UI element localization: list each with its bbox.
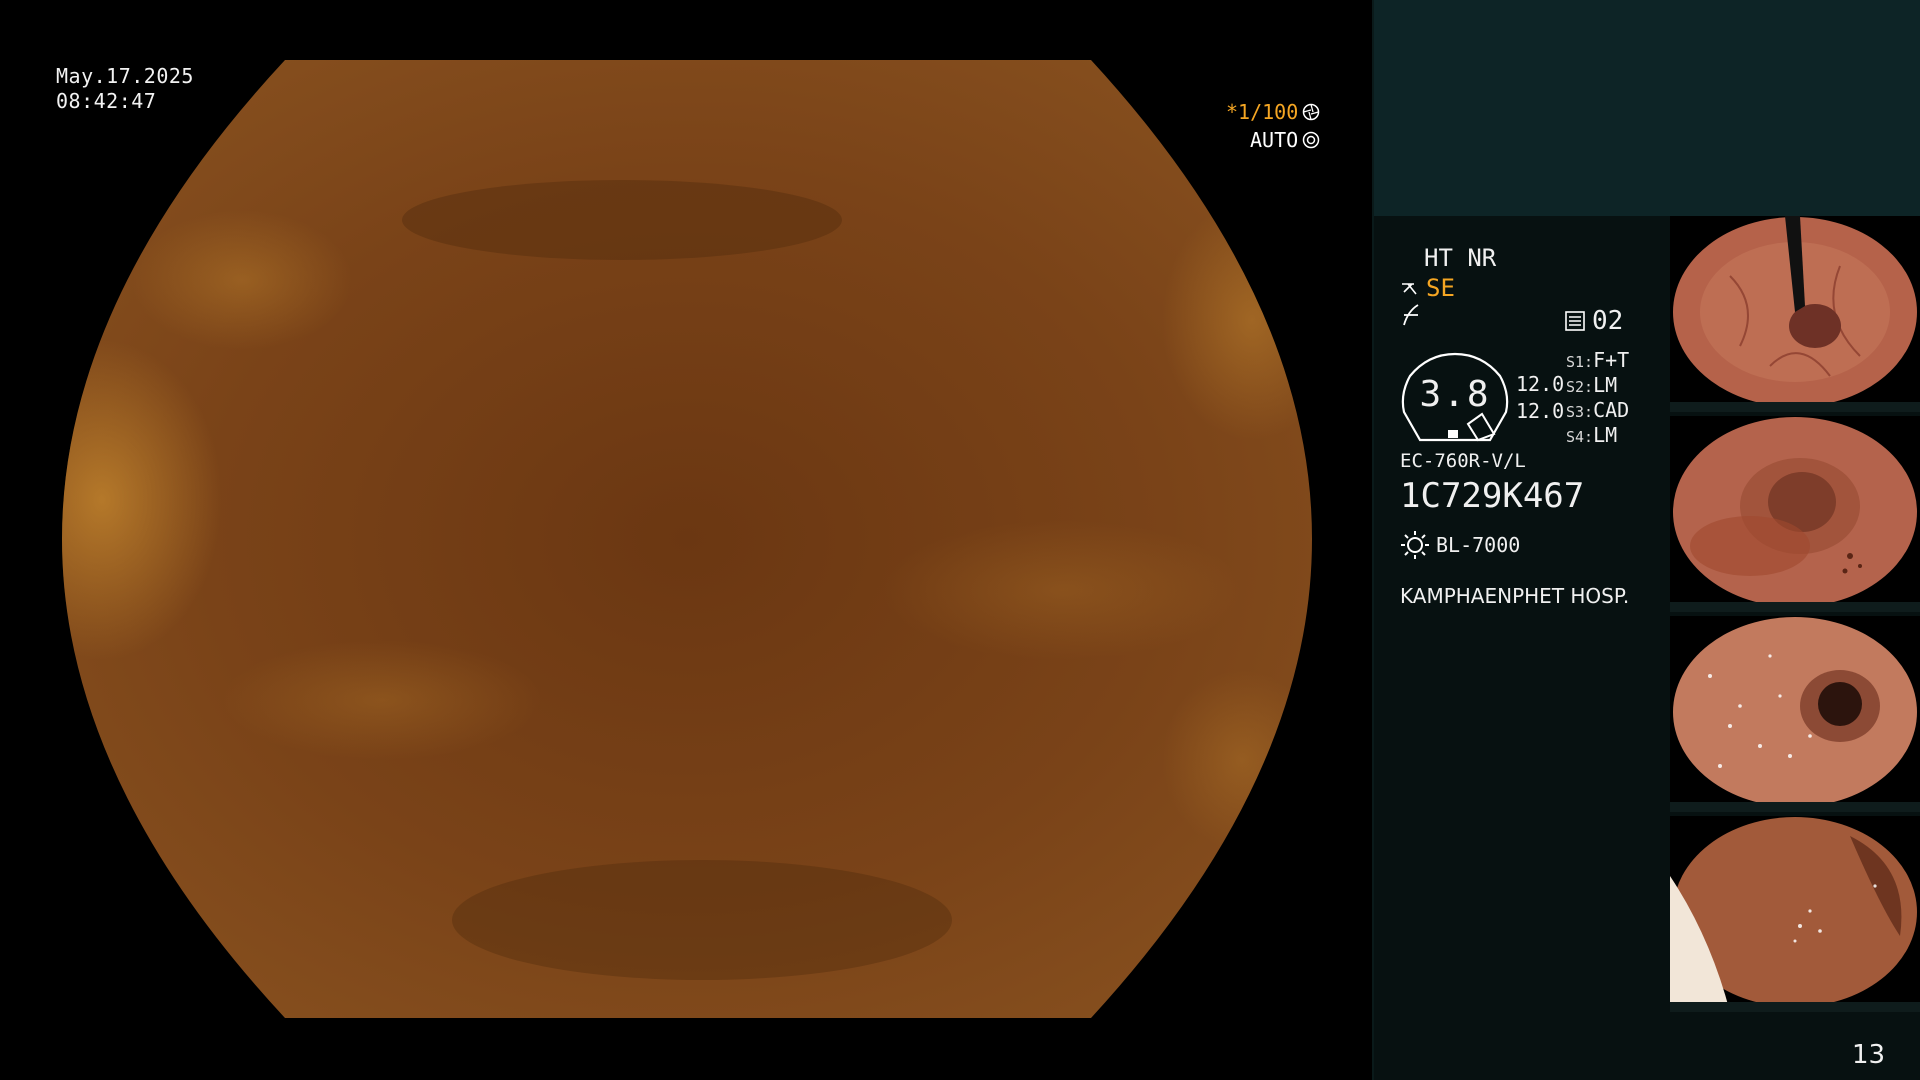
switch-value: F+T [1593,348,1630,372]
capture-time: 08:42:47 [56,89,157,113]
scope-serial: 1C729K467 [1400,476,1585,516]
thumbnail-3[interactable] [1670,616,1920,812]
switch-row-4: S4:LM [1566,423,1617,447]
gauge-value: 3.8 [1419,374,1491,415]
value-b: 12.0 [1516,399,1565,423]
panel-header-area [1374,0,1920,216]
shutter-speed: *1/100 [1226,100,1299,124]
iris-indicator: AUTO [1250,128,1372,152]
thumbnail-2[interactable] [1670,416,1920,612]
hospital-name: KAMPHAENPHET HOSP. [1400,584,1630,608]
light-source-model: BL-7000 [1436,533,1521,557]
iris-mode: AUTO [1250,128,1299,152]
switch-key: S1: [1566,353,1594,371]
enhancement-mode: HT NR [1424,244,1497,272]
value-a: 12.0 [1516,372,1565,396]
light-source: BL-7000 [1400,530,1520,560]
endoscope-view: May.17.2025 08:42:47 *1/100 AUTO [0,0,1372,1080]
thumbnail-caption-bar [1670,1002,1920,1012]
thumbnail-4[interactable] [1670,816,1920,1012]
switch-value: LM [1593,423,1618,447]
memo-counter: 02 [1564,306,1623,336]
switch-value: CAD [1593,398,1630,422]
shutter-icon [1303,103,1320,121]
thumbnail-caption-bar [1670,602,1920,612]
thumbnail-1[interactable] [1670,216,1920,412]
switch-value: LM [1593,373,1618,397]
switch-key: S3: [1566,403,1594,421]
thumbnail-caption-bar [1670,402,1920,412]
switch-row-1: S1:F+T [1566,348,1629,372]
scope-model: EC-760R-V/L [1400,450,1526,472]
shutter-indicator: *1/100 [1226,100,1372,124]
page-number: 13 [1852,1040,1886,1070]
se-label: SE [1426,274,1455,302]
switch-key: S4: [1566,428,1594,446]
scissors-icon [1402,283,1417,295]
switch-row-3: S3:CAD [1566,398,1629,422]
structure-enhancement: SE [1400,274,1455,302]
function-icon [1400,303,1424,334]
switch-row-2: S2:LM [1566,373,1617,397]
memo-icon [1565,311,1585,331]
switch-key: S2: [1566,378,1594,396]
thumbnail-caption-bar [1670,802,1920,812]
iris-icon [1302,131,1320,149]
endoscope-live-image [62,60,1312,1018]
light-source-icon [1401,531,1429,559]
memo-count: 02 [1592,306,1624,336]
capture-date: May.17.2025 [56,64,194,88]
